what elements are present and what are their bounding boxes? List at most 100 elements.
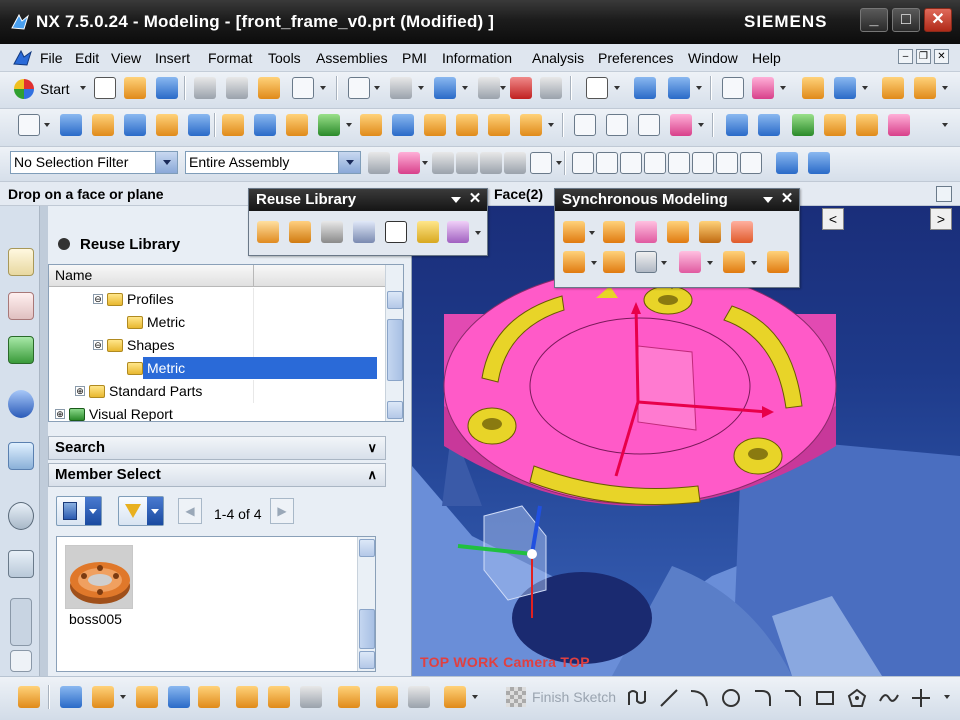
- maximize-button[interactable]: □: [892, 8, 920, 32]
- finish-sketch-button[interactable]: Finish Sketch: [506, 687, 616, 707]
- spline-icon[interactable]: [638, 114, 660, 136]
- collapse-icon[interactable]: ⊖: [93, 340, 103, 350]
- constrain-face-icon[interactable]: [767, 251, 789, 273]
- menu-file[interactable]: File: [40, 50, 63, 66]
- system-materials-tab-icon[interactable]: [8, 550, 34, 578]
- point-icon[interactable]: [910, 687, 932, 709]
- section-view-icon[interactable]: [510, 77, 532, 99]
- snap-arc-center-icon[interactable]: [668, 152, 690, 174]
- swept-icon[interactable]: [792, 114, 814, 136]
- copy-icon[interactable]: [226, 77, 248, 99]
- measure-dropdown-icon[interactable]: [862, 86, 868, 90]
- resource-bar-scroll-icon[interactable]: [10, 598, 32, 646]
- ruler-icon[interactable]: [882, 77, 904, 99]
- layer-icon[interactable]: [634, 77, 656, 99]
- menu-help[interactable]: Help: [752, 50, 781, 66]
- minimize-button[interactable]: _: [860, 8, 888, 32]
- constraint-navigator-tab-icon[interactable]: [8, 292, 34, 320]
- toolbar-overflow-icon[interactable]: [942, 123, 948, 127]
- library-table-icon[interactable]: [321, 221, 343, 243]
- wcs-icon[interactable]: [752, 77, 774, 99]
- sync-toolbar-header[interactable]: Synchronous Modeling ✕: [555, 189, 799, 211]
- through-curves-icon[interactable]: [758, 114, 780, 136]
- measure-icon[interactable]: [834, 77, 856, 99]
- scroll-down-icon[interactable]: [387, 401, 403, 419]
- paste-icon[interactable]: [258, 77, 280, 99]
- pin-cue-icon[interactable]: [936, 186, 952, 202]
- toolbar-options-icon[interactable]: [451, 197, 461, 203]
- reuse-dropdown-icon[interactable]: [475, 231, 481, 235]
- menu-edit[interactable]: Edit: [75, 50, 99, 66]
- snap-existing-point-icon[interactable]: [716, 152, 738, 174]
- expand-icon[interactable]: ⊕: [75, 386, 85, 396]
- define-reusable-icon[interactable]: [257, 221, 279, 243]
- pattern-icon[interactable]: [318, 114, 340, 136]
- close-icon[interactable]: ✕: [466, 190, 484, 208]
- subtract-icon[interactable]: [254, 114, 276, 136]
- edit-reusable-icon[interactable]: [289, 221, 311, 243]
- boss-icon[interactable]: [156, 114, 178, 136]
- expand-icon[interactable]: ⊕: [55, 409, 65, 419]
- mdi-restore-button[interactable]: ❐: [916, 49, 931, 64]
- face-rule-icon[interactable]: [456, 152, 478, 174]
- pull-face-icon[interactable]: [603, 221, 625, 243]
- tree-row-standard-parts[interactable]: ⊕ Standard Parts: [49, 380, 387, 403]
- mate-icon[interactable]: [136, 686, 158, 708]
- cut-icon[interactable]: [194, 77, 216, 99]
- wcs-dropdown-icon[interactable]: [780, 86, 786, 90]
- resource-bar-more-icon[interactable]: [10, 650, 32, 672]
- library-folder-icon[interactable]: [353, 221, 375, 243]
- zoom-dropdown-icon[interactable]: [418, 86, 424, 90]
- move-face-icon[interactable]: [563, 221, 585, 243]
- select-all-icon[interactable]: [398, 152, 420, 174]
- tree-row-profiles[interactable]: ⊖ Profiles: [49, 288, 387, 311]
- menu-analysis[interactable]: Analysis: [532, 50, 584, 66]
- cut-face-icon[interactable]: [603, 251, 625, 273]
- view-mode-dropdown[interactable]: [56, 496, 102, 526]
- offset-face-icon[interactable]: [520, 114, 542, 136]
- curve-rule-icon[interactable]: [432, 152, 454, 174]
- assembly-constraint-icon[interactable]: [60, 686, 82, 708]
- hole-icon[interactable]: [124, 114, 146, 136]
- menu-information[interactable]: Information: [442, 50, 512, 66]
- undo-icon[interactable]: [292, 77, 314, 99]
- assembly-navigator-tab-icon[interactable]: [8, 248, 34, 276]
- box-select-icon[interactable]: [530, 152, 552, 174]
- reposition-icon[interactable]: [198, 686, 220, 708]
- toolbar-overflow-icon[interactable]: [944, 695, 950, 699]
- undo-dropdown-icon[interactable]: [320, 86, 326, 90]
- box-dropdown-icon[interactable]: [556, 161, 562, 165]
- menu-tools[interactable]: Tools: [268, 50, 301, 66]
- rectangle-icon[interactable]: [814, 687, 836, 709]
- component-select-icon[interactable]: [808, 152, 830, 174]
- intersect-icon[interactable]: [286, 114, 308, 136]
- feature-dropdown-icon[interactable]: [548, 123, 554, 127]
- scroll-thumb[interactable]: [387, 319, 403, 381]
- spreadsheet-icon[interactable]: [385, 221, 407, 243]
- move-face-dropdown-icon[interactable]: [589, 231, 595, 235]
- mdi-minimize-button[interactable]: –: [898, 49, 913, 64]
- intent-icon[interactable]: [504, 152, 526, 174]
- trim-body-icon[interactable]: [488, 114, 510, 136]
- mirror-dropdown-icon[interactable]: [707, 261, 713, 265]
- boss005-thumbnail[interactable]: [65, 545, 133, 609]
- n-sided-icon[interactable]: [888, 114, 910, 136]
- start-dropdown-icon[interactable]: [80, 86, 86, 90]
- nx-menu-icon[interactable]: [12, 48, 34, 68]
- orient-dropdown-icon[interactable]: [462, 86, 468, 90]
- line-icon[interactable]: [574, 114, 596, 136]
- curve-dropdown-icon[interactable]: [698, 123, 704, 127]
- previous-page-button[interactable]: ◀: [178, 498, 202, 524]
- chevron-up-icon[interactable]: ∧: [367, 464, 377, 486]
- angle-icon[interactable]: [914, 77, 936, 99]
- snap-midpoint-icon[interactable]: [596, 152, 618, 174]
- sketch-plane-icon[interactable]: [444, 686, 466, 708]
- chamfer-sketch-icon[interactable]: [782, 687, 804, 709]
- circle-icon[interactable]: [720, 687, 742, 709]
- rendering-style-icon[interactable]: [478, 77, 500, 99]
- start-button[interactable]: Start: [14, 78, 70, 100]
- dimension-icon[interactable]: [802, 77, 824, 99]
- pin-icon[interactable]: [58, 238, 70, 250]
- sketch-icon[interactable]: [18, 114, 40, 136]
- pocket-icon[interactable]: [188, 114, 210, 136]
